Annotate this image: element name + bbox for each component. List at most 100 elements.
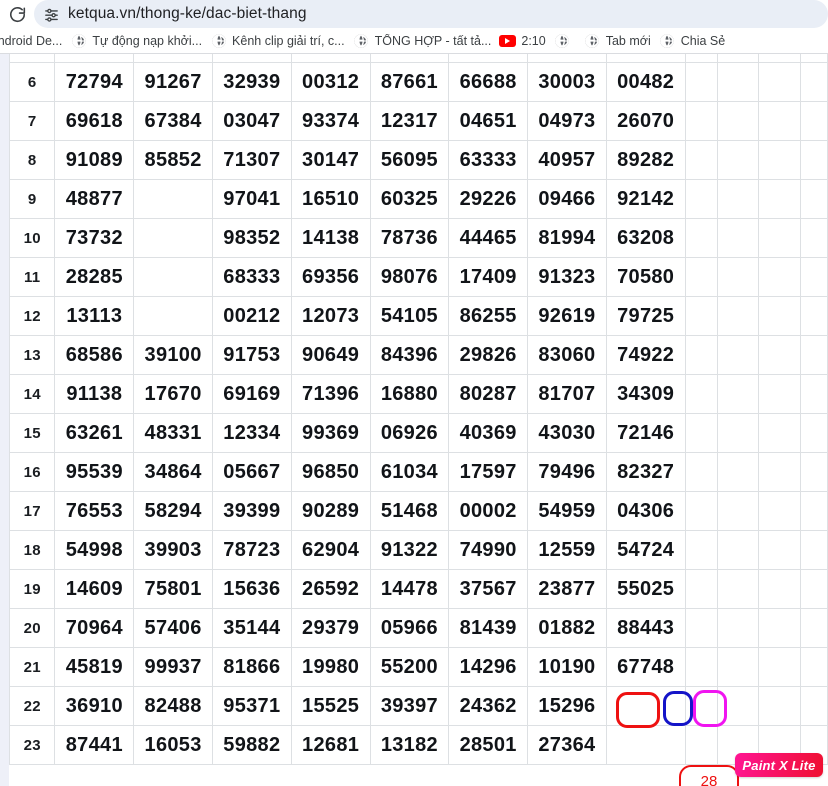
table-row: 16 95539 34864 05667 96850 61034 17597 79496 823… [8, 452, 828, 492]
bookmark-item-2[interactable]: Kênh clip giải trí, c... [207, 29, 348, 53]
table-row: 9 48877 97041 16510 60325 29226 09466 92142 [8, 179, 828, 219]
table-cell: 56095 [369, 140, 450, 180]
table-row: 14 91138 17670 69169 71396 16880 80287 81707 343… [8, 374, 828, 414]
empty-cell [799, 62, 828, 102]
table-cell [133, 218, 213, 258]
table-cell: 79725 [605, 296, 686, 336]
globe-icon [584, 33, 601, 50]
bookmark-item-7[interactable]: Chia Sẻ [656, 29, 728, 53]
table-cell: 80183 [369, 54, 450, 63]
row-number-cell: 5 [8, 54, 56, 63]
table-row: 8 91089 85852 71307 30147 56095 63333 40957 8928… [8, 140, 828, 180]
empty-cell [684, 608, 718, 648]
table-cell: 15296 [527, 686, 607, 726]
youtube-icon [499, 33, 517, 50]
table-cell: 88443 [605, 608, 686, 648]
bookmark-label: Chia Sẻ [680, 34, 726, 48]
empty-cell [716, 62, 760, 102]
table-cell: 74990 [448, 530, 529, 570]
bookmark-item-3[interactable]: TỔNG HỢP - tất tả... [350, 29, 495, 53]
row-number-cell: 22 [8, 686, 56, 726]
bookmark-item-1[interactable]: Tự động nạp khởi... [67, 29, 205, 53]
empty-cell [799, 54, 828, 63]
row-number-cell: 12 [8, 296, 56, 336]
table-cell: 40369 [448, 413, 529, 453]
table-cell: 23877 [527, 569, 607, 609]
table-cell: 44465 [448, 218, 529, 258]
table-cell: 81866 [211, 647, 292, 687]
table-cell: 92142 [605, 179, 686, 219]
table-cell: 84396 [369, 335, 450, 375]
table-cell: 70580 [605, 257, 686, 297]
table-cell: 39397 [369, 686, 450, 726]
bookmark-item-6[interactable]: Tab mới [581, 29, 654, 53]
empty-cell [758, 452, 801, 492]
table-cell: 32939 [211, 62, 292, 102]
empty-cell [716, 374, 760, 414]
empty-cell [684, 296, 718, 336]
table-cell: 97856 [448, 54, 529, 63]
empty-cell [799, 296, 828, 336]
address-bar[interactable]: ketqua.vn/thong-ke/dac-biet-thang [34, 0, 828, 28]
bookmark-item-5[interactable] [551, 29, 579, 53]
table-cell: 61034 [369, 452, 450, 492]
bookmark-item-0[interactable]: rix 2 Android De... [0, 29, 65, 53]
row-number-cell: 23 [8, 725, 56, 765]
table-row: 6 72794 91267 32939 00312 87661 66688 30003 0048… [8, 62, 828, 102]
table-cell: 14478 [369, 569, 450, 609]
table-cell: 01882 [527, 608, 607, 648]
table-cell: 00482 [605, 62, 686, 102]
table-cell: 17670 [133, 374, 213, 414]
empty-cell [758, 569, 801, 609]
empty-cell [684, 725, 718, 765]
table-cell: 48877 [54, 179, 135, 219]
empty-cell [684, 218, 718, 258]
empty-cell [684, 374, 718, 414]
table-cell: 29826 [448, 335, 529, 375]
table-cell [605, 725, 686, 765]
empty-cell [758, 530, 801, 570]
table-cell: 72146 [605, 413, 686, 453]
table-cell: 48331 [133, 413, 213, 453]
empty-cell [758, 647, 801, 687]
table-cell: 29226 [448, 179, 529, 219]
table-cell: 26592 [290, 569, 371, 609]
empty-cell [684, 140, 718, 180]
empty-cell [758, 62, 801, 102]
browser-window: ketqua.vn/thong-ke/dac-biet-thang rix 2 … [0, 0, 828, 786]
table-cell: 98076 [369, 257, 450, 297]
table-cell: 73732 [54, 218, 135, 258]
table-cell: 00002 [448, 491, 529, 531]
empty-cell [799, 686, 828, 726]
table-cell: 06926 [369, 413, 450, 453]
table-row: 19 14609 75801 15636 26592 14478 37567 23877 550… [8, 569, 828, 609]
table-cell: 00312 [290, 62, 371, 102]
table-cell: 91267 [133, 62, 213, 102]
red-note-28: 28 [679, 765, 739, 786]
site-settings-icon[interactable] [34, 0, 68, 28]
table-cell: 86255 [448, 296, 529, 336]
reload-icon[interactable] [0, 0, 34, 28]
table-cell: 17597 [448, 452, 529, 492]
table-cell: 34309 [605, 374, 686, 414]
row-number-cell: 10 [8, 218, 56, 258]
empty-cell [716, 140, 760, 180]
empty-cell [799, 257, 828, 297]
table-cell: 72794 [54, 62, 135, 102]
empty-cell [716, 101, 760, 141]
table-cell: 27364 [527, 725, 607, 765]
table-cell: 12073 [290, 296, 371, 336]
table-cell: 55025 [605, 569, 686, 609]
table-cell: 78723 [211, 530, 292, 570]
empty-cell [758, 608, 801, 648]
bookmark-item-4[interactable]: 2:10 [496, 29, 548, 53]
table-cell: 12317 [369, 101, 450, 141]
empty-cell [716, 530, 760, 570]
table-cell [133, 257, 213, 297]
empty-cell [758, 218, 801, 258]
table-row: 22 36910 82488 95371 15525 39397 24362 15296 [8, 686, 828, 726]
table-cell: 91089 [54, 140, 135, 180]
table-cell: 57406 [133, 608, 213, 648]
row-number-cell: 9 [8, 179, 56, 219]
table-cell: 15525 [290, 686, 371, 726]
